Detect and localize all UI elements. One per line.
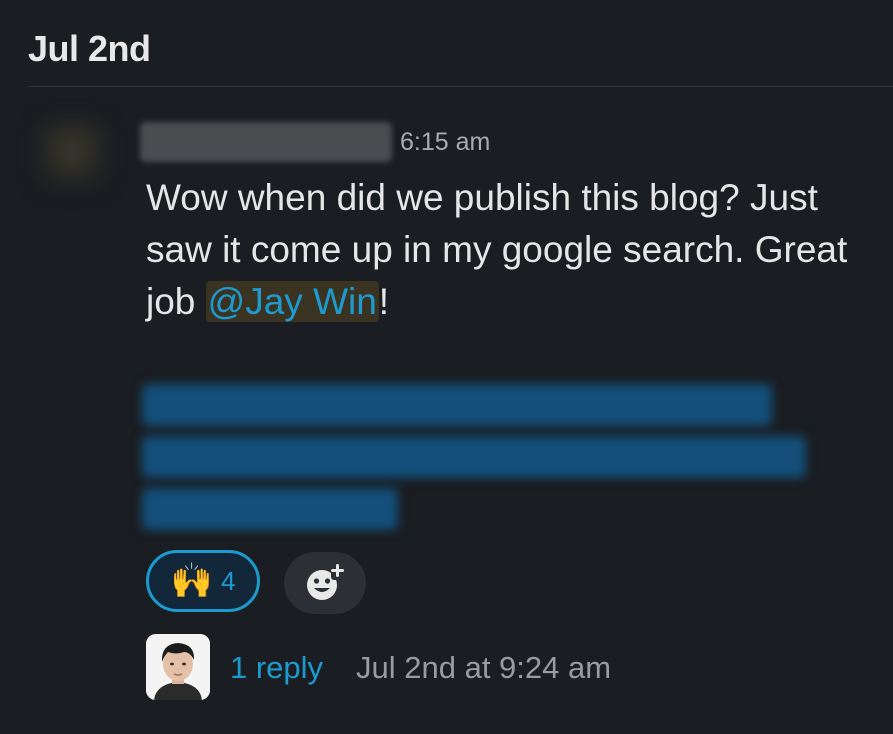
sender-name[interactable] [140, 122, 392, 162]
date-header: Jul 2nd [28, 28, 151, 69]
message-text-part: ! [378, 281, 390, 322]
user-mention[interactable]: @Jay Win [205, 281, 379, 322]
add-reaction-icon [307, 564, 344, 600]
reaction-button[interactable]: 🙌 4 [146, 550, 260, 612]
message-timestamp[interactable]: 6:15 am [400, 128, 490, 157]
message-text: Wow when did we publish this blog? Just … [146, 172, 866, 328]
thread-replier-avatar[interactable] [146, 634, 210, 700]
thread-reply-link[interactable]: 1 reply [230, 650, 323, 686]
thread-last-reply-time: Jul 2nd at 9:24 am [356, 650, 612, 685]
reaction-count: 4 [220, 565, 236, 596]
link-preview-line[interactable] [142, 488, 398, 530]
link-preview-line[interactable] [142, 436, 806, 478]
raising-hands-icon: 🙌 [170, 561, 213, 601]
link-preview-line[interactable] [142, 384, 772, 426]
avatar-photo-icon [146, 634, 210, 700]
date-divider [28, 86, 893, 87]
sender-avatar[interactable] [36, 118, 108, 190]
add-reaction-button[interactable] [284, 552, 366, 614]
